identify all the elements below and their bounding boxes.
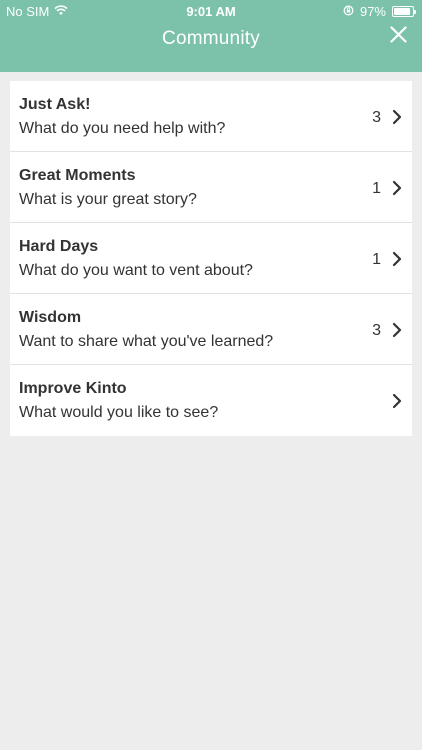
category-row-wisdom[interactable]: Wisdom Want to share what you've learned… bbox=[10, 294, 412, 365]
category-name: Improve Kinto bbox=[19, 380, 127, 397]
category-name: Wisdom bbox=[19, 309, 82, 326]
category-row-great-moments[interactable]: Great Moments What is your great story? … bbox=[10, 152, 412, 223]
category-name: Just Ask! bbox=[19, 96, 91, 113]
battery-icon bbox=[392, 6, 416, 17]
status-bar: No SIM 9:01 AM 97% bbox=[0, 0, 422, 22]
chevron-right-icon bbox=[391, 322, 403, 338]
chevron-right-icon bbox=[391, 393, 403, 409]
category-subtitle: What is your great story? bbox=[19, 191, 197, 208]
category-count: 1 bbox=[372, 251, 381, 268]
category-row-just-ask[interactable]: Just Ask! What do you need help with? 3 bbox=[10, 81, 412, 152]
orientation-lock-icon bbox=[343, 4, 354, 19]
status-right-group: 97% bbox=[343, 4, 416, 19]
category-list: Just Ask! What do you need help with? 3 … bbox=[10, 81, 412, 436]
chevron-right-icon bbox=[391, 109, 403, 125]
page-title: Community bbox=[162, 28, 260, 49]
close-button[interactable] bbox=[388, 26, 408, 48]
category-row-improve-kinto[interactable]: Improve Kinto What would you like to see… bbox=[10, 365, 412, 436]
category-row-hard-days[interactable]: Hard Days What do you want to vent about… bbox=[10, 223, 412, 294]
category-name: Hard Days bbox=[19, 238, 99, 255]
category-subtitle: What do you need help with? bbox=[19, 120, 226, 137]
category-subtitle: What do you want to vent about? bbox=[19, 262, 253, 279]
app-header: No SIM 9:01 AM 97% Community bbox=[0, 0, 422, 72]
category-count: 1 bbox=[372, 180, 381, 197]
battery-fill bbox=[394, 8, 410, 15]
battery-percent: 97% bbox=[359, 4, 386, 19]
category-count: 3 bbox=[372, 322, 381, 339]
category-count: 3 bbox=[372, 109, 381, 126]
battery-tip bbox=[414, 10, 416, 14]
close-icon bbox=[389, 26, 407, 48]
category-subtitle: What would you like to see? bbox=[19, 404, 219, 421]
category-subtitle: Want to share what you've learned? bbox=[19, 333, 274, 350]
category-name: Great Moments bbox=[19, 167, 136, 184]
chevron-right-icon bbox=[391, 251, 403, 267]
chevron-right-icon bbox=[391, 180, 403, 196]
